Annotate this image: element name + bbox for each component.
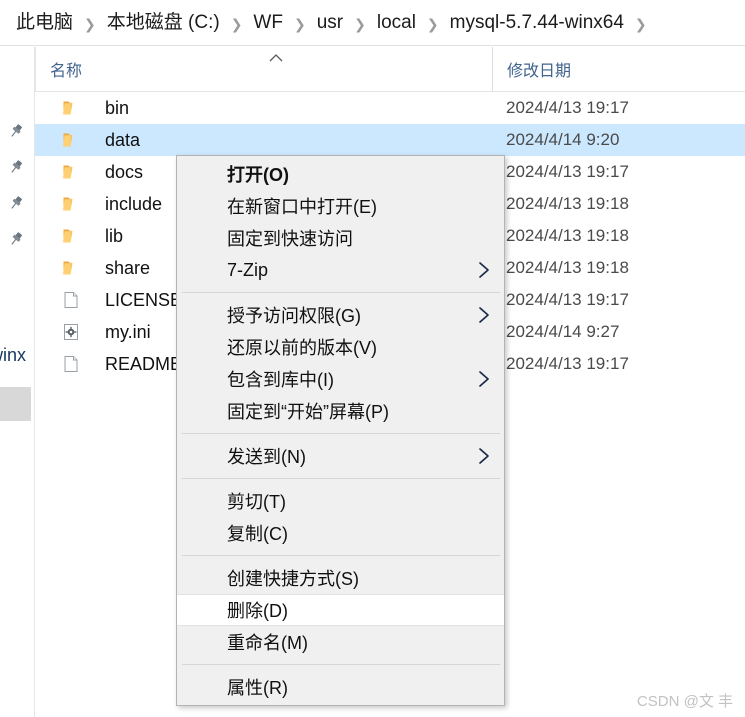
breadcrumb-separator-icon[interactable]: ❯ — [354, 17, 366, 31]
row-name-cell[interactable]: data — [35, 124, 492, 156]
row-name-label: include — [105, 194, 163, 214]
rail-selected-item[interactable] — [0, 387, 31, 421]
context-menu-item-label: 发送到(N) — [227, 447, 306, 467]
context-menu-item[interactable]: 复制(C) — [177, 517, 504, 549]
row-date-cell: 2024/4/13 19:17 — [506, 98, 629, 117]
context-menu-item[interactable]: 重命名(M) — [177, 626, 504, 658]
row-date-cell: 2024/4/13 19:17 — [506, 290, 629, 309]
watermark: CSDN @文 丰 — [636, 693, 733, 710]
folder-icon — [61, 162, 93, 182]
context-menu-item-label: 打开(O) — [227, 165, 289, 185]
menu-separator — [182, 555, 500, 556]
context-menu-item[interactable]: 在新窗口中打开(E) — [177, 190, 504, 222]
context-menu-item-label: 还原以前的版本(V) — [227, 338, 377, 358]
row-name-cell[interactable]: bin — [35, 92, 492, 124]
row-name-label: my.ini — [105, 322, 151, 342]
context-menu-item[interactable]: 包含到库中(I) — [177, 363, 504, 395]
breadcrumb-separator-icon[interactable]: ❯ — [84, 17, 96, 31]
chevron-right-icon — [477, 261, 490, 279]
breadcrumb-item-5[interactable]: local — [375, 11, 418, 34]
context-menu-item[interactable]: 7-Zip — [177, 254, 504, 286]
row-name-label: README — [105, 354, 183, 374]
folder-icon — [61, 130, 93, 150]
row-name-label: bin — [105, 98, 130, 118]
context-menu-item-label: 创建快捷方式(S) — [227, 569, 359, 589]
column-header-row: 名称 修改日期 — [35, 47, 745, 92]
menu-separator — [182, 433, 500, 434]
row-name-label: data — [105, 130, 141, 150]
breadcrumb-separator-icon[interactable]: ❯ — [635, 17, 647, 31]
row-name-label: docs — [105, 162, 144, 182]
row-date-cell: 2024/4/14 9:27 — [506, 322, 620, 341]
row-date-cell: 2024/4/13 19:18 — [506, 226, 629, 245]
breadcrumb-item-2[interactable]: 本地磁盘 (C:) — [105, 11, 222, 34]
pin-icon — [7, 194, 25, 212]
context-menu-item-label: 在新窗口中打开(E) — [227, 197, 377, 217]
context-menu-item[interactable]: 剪切(T) — [177, 485, 504, 517]
row-date-cell: 2024/4/14 9:20 — [506, 130, 620, 149]
context-menu-item-label: 固定到快速访问 — [227, 229, 353, 249]
file-icon — [61, 290, 93, 310]
context-menu-item[interactable]: 发送到(N) — [177, 440, 504, 472]
context-menu-item-label: 属性(R) — [227, 678, 288, 698]
context-menu-item[interactable]: 属性(R) — [177, 671, 504, 703]
sort-ascending-icon — [268, 52, 284, 64]
column-header-name[interactable]: 名称 — [35, 47, 492, 91]
breadcrumb-separator-icon[interactable]: ❯ — [231, 17, 243, 31]
folder-icon — [61, 258, 93, 278]
folder-icon — [61, 98, 93, 118]
breadcrumb-item-6[interactable]: mysql-5.7.44-winx64 — [448, 11, 626, 34]
pin-icon — [7, 158, 25, 176]
context-menu-item[interactable]: 固定到“开始”屏幕(P) — [177, 395, 504, 427]
column-header-name-label: 名称 — [50, 63, 83, 80]
row-name-label: lib — [105, 226, 124, 246]
row-date-cell: 2024/4/13 19:18 — [506, 194, 629, 213]
context-menu-item-label: 复制(C) — [227, 524, 288, 544]
menu-separator — [182, 292, 500, 293]
chevron-right-icon — [477, 447, 490, 465]
row-date-cell: 2024/4/13 19:17 — [506, 354, 629, 373]
rail-clipped-label: winx — [0, 345, 27, 365]
context-menu-item-label: 7-Zip — [227, 259, 269, 280]
context-menu-item-label: 剪切(T) — [227, 492, 286, 512]
folder-icon — [61, 226, 93, 246]
breadcrumb[interactable]: 此电脑 ❯ 本地磁盘 (C:) ❯ WF ❯ usr ❯ local ❯ mysql-5.7.44-… — [0, 0, 745, 46]
chevron-right-icon — [477, 306, 490, 324]
navigation-rail: winx — [0, 47, 35, 717]
pin-icon — [7, 230, 25, 248]
context-menu-item[interactable]: 创建快捷方式(S) — [177, 562, 504, 594]
context-menu-item-label: 重命名(M) — [227, 633, 308, 653]
row-date-cell: 2024/4/13 19:18 — [506, 258, 629, 277]
context-menu-item[interactable]: 授予访问权限(G) — [177, 299, 504, 331]
context-menu-item[interactable]: 固定到快速访问 — [177, 222, 504, 254]
context-menu-item-label: 固定到“开始”屏幕(P) — [227, 402, 389, 422]
file-icon — [61, 354, 93, 374]
chevron-right-icon — [477, 370, 490, 388]
table-row[interactable]: data 2024/4/14 9:20 — [35, 124, 745, 156]
context-menu-item-label: 授予访问权限(G) — [227, 306, 361, 326]
breadcrumb-item-3[interactable]: WF — [251, 11, 285, 34]
row-name-label: LICENSE — [105, 290, 183, 310]
breadcrumb-separator-icon[interactable]: ❯ — [294, 17, 306, 31]
breadcrumb-separator-icon[interactable]: ❯ — [427, 17, 439, 31]
breadcrumb-item-1[interactable]: 此电脑 — [14, 11, 75, 34]
table-row[interactable]: bin 2024/4/13 19:17 — [35, 92, 745, 124]
context-menu-item[interactable]: 还原以前的版本(V) — [177, 331, 504, 363]
column-header-date-label: 修改日期 — [507, 63, 572, 80]
context-menu-item-label: 包含到库中(I) — [227, 370, 334, 390]
menu-separator — [182, 664, 500, 665]
context-menu-item-label: 删除(D) — [227, 601, 288, 621]
menu-separator — [182, 478, 500, 479]
pin-icon — [7, 122, 25, 140]
row-date-cell: 2024/4/13 19:17 — [506, 162, 629, 181]
context-menu-item[interactable]: 打开(O) — [177, 158, 504, 190]
context-menu[interactable]: 打开(O) 在新窗口中打开(E) 固定到快速访问 7-Zip 授予访问权限(G) 还原以前… — [176, 155, 505, 706]
config-file-icon — [61, 322, 93, 342]
breadcrumb-item-4[interactable]: usr — [315, 11, 345, 34]
row-name-label: share — [105, 258, 151, 278]
folder-icon — [61, 194, 93, 214]
context-menu-item[interactable]: 删除(D) — [177, 594, 504, 626]
column-header-date[interactable]: 修改日期 — [492, 47, 745, 91]
